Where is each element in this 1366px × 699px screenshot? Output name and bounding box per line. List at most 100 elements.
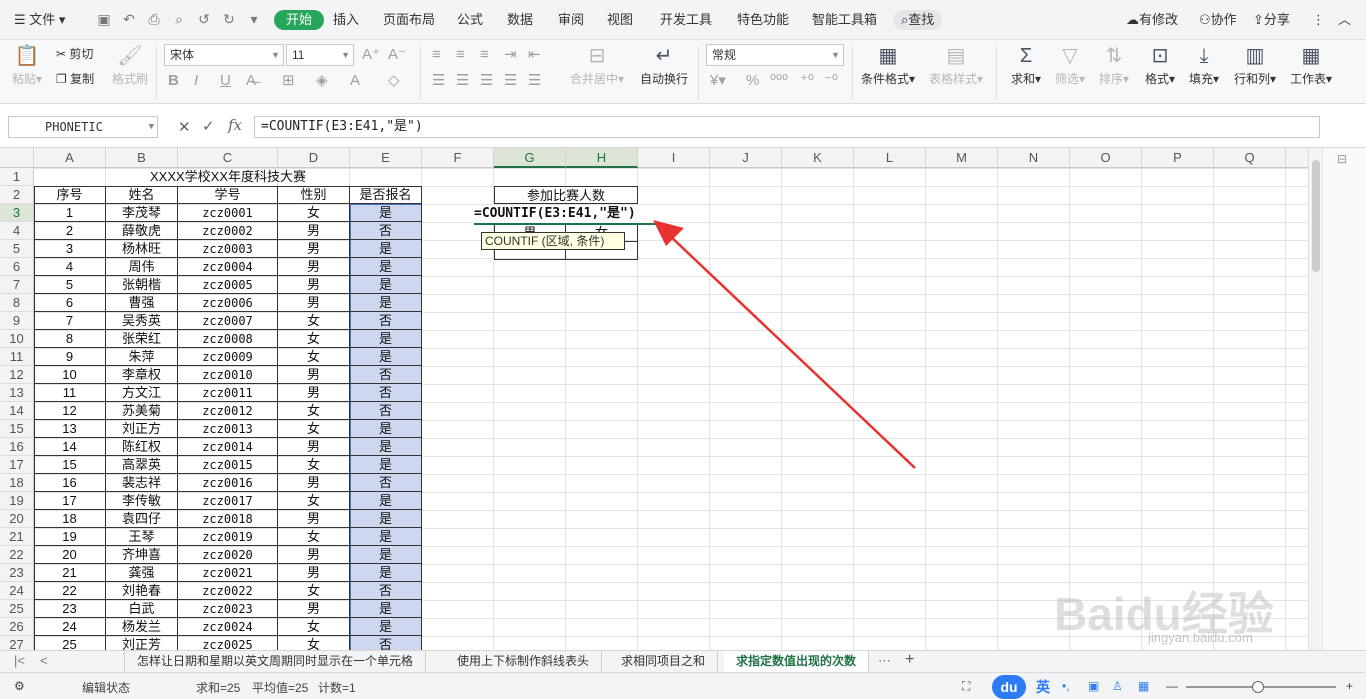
row-header[interactable]: 27 [0, 636, 34, 650]
column-header-h[interactable]: H [566, 148, 638, 168]
table-cell[interactable]: 否 [350, 384, 422, 402]
underline-icon[interactable]: U [220, 72, 231, 90]
row-header[interactable]: 24 [0, 582, 34, 600]
table-cell[interactable]: 男 [278, 366, 350, 384]
insert-function-icon[interactable]: fx [228, 116, 242, 134]
paste-button[interactable]: 📋 粘贴▾ [10, 44, 44, 87]
table-cell[interactable]: 张朝楷 [106, 276, 178, 294]
table-cell[interactable]: 刘正方 [106, 420, 178, 438]
table-cell[interactable]: 9 [34, 348, 106, 366]
worksheet-button[interactable]: ▦ 工作表▾ [1288, 44, 1334, 87]
table-cell[interactable]: 男 [278, 240, 350, 258]
table-cell[interactable]: 方文江 [106, 384, 178, 402]
row-header[interactable]: 9 [0, 312, 34, 330]
table-cell[interactable]: zcz0004 [178, 258, 278, 276]
panel-toggle-icon[interactable]: ⊟ [1337, 152, 1347, 166]
table-cell[interactable]: 是 [350, 618, 422, 636]
table-cell[interactable]: zcz0019 [178, 528, 278, 546]
collapse-ribbon-icon[interactable]: ︿ [1338, 10, 1351, 30]
align-right-icon[interactable]: ☰ [480, 72, 493, 90]
table-cell[interactable]: 男 [278, 474, 350, 492]
fill-color-icon[interactable]: ◈ [316, 72, 328, 90]
row-header[interactable]: 14 [0, 402, 34, 420]
bold-icon[interactable]: B [168, 72, 179, 90]
user-icon[interactable]: ♙ [1112, 679, 1123, 693]
table-cell[interactable]: zcz0025 [178, 636, 278, 650]
table-cell[interactable]: 刘艳春 [106, 582, 178, 600]
table-cell[interactable]: 是 [350, 528, 422, 546]
increase-decimal-icon[interactable]: ⁺⁰ [800, 72, 814, 90]
table-cell[interactable]: 2 [34, 222, 106, 240]
table-cell[interactable]: 齐坤喜 [106, 546, 178, 564]
align-middle-icon[interactable]: ≡ [456, 46, 465, 64]
row-header[interactable]: 13 [0, 384, 34, 402]
table-cell[interactable]: zcz0018 [178, 510, 278, 528]
table-cell[interactable]: 苏美菊 [106, 402, 178, 420]
baidu-ime-icon[interactable]: du [992, 675, 1026, 699]
table-cell[interactable]: 20 [34, 546, 106, 564]
table-cell[interactable]: 是 [350, 510, 422, 528]
table-cell[interactable]: zcz0009 [178, 348, 278, 366]
tab-page-layout[interactable]: 页面布局 [383, 10, 435, 30]
justify-icon[interactable]: ☰ [504, 72, 517, 90]
sum-button[interactable]: Σ 求和▾ [1008, 44, 1044, 87]
table-cell[interactable]: 王琴 [106, 528, 178, 546]
toolbox-icon[interactable]: ▣ [1088, 679, 1099, 693]
table-cell[interactable]: 否 [350, 402, 422, 420]
table-cell[interactable]: 女 [278, 492, 350, 510]
wrap-text-button[interactable]: ↵ 自动换行 [638, 44, 690, 87]
row-header[interactable]: 2 [0, 186, 34, 204]
table-cell[interactable]: 是 [350, 492, 422, 510]
print-preview-icon[interactable]: ⌕ [171, 11, 187, 27]
column-title[interactable]: 是否报名 [350, 186, 422, 204]
table-cell[interactable]: 15 [34, 456, 106, 474]
table-cell[interactable]: 陈红权 [106, 438, 178, 456]
row-header[interactable]: 21 [0, 528, 34, 546]
table-cell[interactable]: 杨发兰 [106, 618, 178, 636]
sheet-tab-date-weekday[interactable]: 怎样让日期和星期以英文周期同时显示在一个单元格 [124, 651, 427, 672]
table-style-button[interactable]: ▤ 表格样式▾ [926, 44, 986, 87]
row-header[interactable]: 15 [0, 420, 34, 438]
table-cell[interactable]: 是 [350, 348, 422, 366]
collaborate-button[interactable]: ⚇协作 [1199, 10, 1237, 30]
column-title[interactable]: 序号 [34, 186, 106, 204]
table-cell[interactable]: 是 [350, 204, 422, 222]
table-cell[interactable]: 朱萍 [106, 348, 178, 366]
prev-sheet-icon[interactable]: < [40, 653, 48, 668]
row-header[interactable]: 19 [0, 492, 34, 510]
column-header-l[interactable]: L [854, 148, 926, 168]
table-cell[interactable]: 女 [278, 456, 350, 474]
table-cell[interactable]: 女 [278, 204, 350, 222]
table-cell[interactable]: 是 [350, 564, 422, 582]
column-header-n[interactable]: N [998, 148, 1070, 168]
tab-data[interactable]: 数据 [507, 10, 533, 30]
row-header[interactable]: 25 [0, 600, 34, 618]
row-col-button[interactable]: ▥ 行和列▾ [1232, 44, 1278, 87]
file-menu[interactable]: ☰ 文件 ▾ [14, 10, 65, 30]
table-cell[interactable]: 吴秀英 [106, 312, 178, 330]
table-cell[interactable]: 13 [34, 420, 106, 438]
column-header-m[interactable]: M [926, 148, 998, 168]
table-cell[interactable]: 女 [278, 420, 350, 438]
fullscreen-icon[interactable]: ⛶ [962, 679, 970, 694]
table-cell[interactable]: zcz0011 [178, 384, 278, 402]
table-cell[interactable]: 是 [350, 600, 422, 618]
table-cell[interactable]: 否 [350, 636, 422, 650]
row-header[interactable]: 16 [0, 438, 34, 456]
cancel-formula-icon[interactable]: ✕ [178, 118, 191, 136]
row-header[interactable]: 4 [0, 222, 34, 240]
table-cell[interactable]: 5 [34, 276, 106, 294]
table-cell[interactable]: 7 [34, 312, 106, 330]
table-cell[interactable]: zcz0008 [178, 330, 278, 348]
copy-button[interactable]: ❐ 复制 [56, 70, 94, 88]
column-header-q[interactable]: Q [1214, 148, 1286, 168]
tab-home[interactable]: 开始 [274, 10, 325, 30]
table-cell[interactable]: 23 [34, 600, 106, 618]
table-cell[interactable]: 3 [34, 240, 106, 258]
table-cell[interactable]: 李茂琴 [106, 204, 178, 222]
row-header[interactable]: 23 [0, 564, 34, 582]
table-cell[interactable]: 男 [278, 276, 350, 294]
table-cell[interactable]: zcz0006 [178, 294, 278, 312]
first-sheet-icon[interactable]: |< [14, 653, 25, 668]
row-header[interactable]: 22 [0, 546, 34, 564]
